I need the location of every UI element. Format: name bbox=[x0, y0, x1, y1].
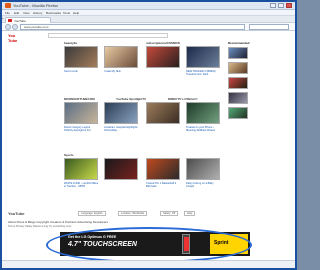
youtube-search-input[interactable] bbox=[48, 33, 168, 38]
video-thumbnail[interactable] bbox=[228, 92, 248, 104]
video-thumbnail[interactable] bbox=[186, 158, 220, 180]
status-bar bbox=[2, 260, 295, 268]
video-card[interactable] bbox=[104, 158, 138, 206]
video-thumbnail[interactable] bbox=[228, 47, 248, 59]
section-moonsoftube: MOONSOFTUBECOM YouTube SpotlightTV DIREC… bbox=[64, 97, 224, 153]
menu-history[interactable]: History bbox=[33, 11, 42, 15]
page-content: You Tube beauty4u subscriptions/COSMOS S… bbox=[2, 31, 295, 268]
sidebar-item[interactable] bbox=[228, 62, 290, 76]
video-card[interactable]: Doctor Gregory Legine Publicly Apologize… bbox=[64, 102, 98, 150]
video-card[interactable]: WHITE FUND - Lionfish Bites in Traction … bbox=[64, 158, 98, 206]
sidebar-title: Recommended bbox=[228, 41, 250, 45]
footer-links-secondary[interactable]: Terms Privacy Safety Report a bug Try so… bbox=[8, 225, 71, 228]
video-thumbnail[interactable] bbox=[186, 46, 220, 68]
menu-bookmarks[interactable]: Bookmarks bbox=[46, 11, 61, 15]
browser-window: YouTube - Mozilla Firefox File Edit View… bbox=[0, 0, 297, 270]
section-title-right[interactable]: subscriptions/COSMOS bbox=[146, 41, 180, 45]
video-thumbnail[interactable] bbox=[104, 102, 138, 124]
sidebar-item[interactable] bbox=[228, 92, 290, 106]
title-bar: YouTube - Mozilla Firefox bbox=[2, 2, 295, 10]
language-select[interactable]: Language: English bbox=[78, 211, 106, 216]
video-card[interactable] bbox=[146, 46, 180, 94]
video-title[interactable]: WHITE FUND - Lionfish Bites in Traction … bbox=[64, 182, 98, 188]
navigation-bar: www.youtube.com bbox=[2, 23, 295, 31]
section-beauty4u: beauty4u subscriptions/COSMOS Secret Loo… bbox=[64, 41, 224, 97]
video-card[interactable]: Treated on your Phone - Meaning Skillbes… bbox=[186, 102, 220, 150]
menu-file[interactable]: File bbox=[5, 11, 10, 15]
section-title-right[interactable]: DIRECTV's Official C bbox=[168, 97, 198, 101]
footer-logo[interactable]: YouTube bbox=[8, 211, 25, 216]
video-title[interactable]: Corked Pro 1 Basketball 3 Ball Gate bbox=[146, 182, 180, 188]
video-title[interactable]: Daily Cowing on a Baby Couple bbox=[186, 182, 220, 188]
menu-edit[interactable]: Edit bbox=[14, 11, 19, 15]
tab-bar: YouTube + bbox=[2, 16, 295, 23]
section-title-mid[interactable]: YouTube SpotlightTV bbox=[116, 97, 146, 101]
menu-help[interactable]: Help bbox=[73, 11, 79, 15]
footer-links[interactable]: About Press & Blogs Copyright Creators &… bbox=[8, 220, 108, 224]
video-feed: beauty4u subscriptions/COSMOS Secret Loo… bbox=[64, 41, 224, 209]
video-thumbnail[interactable] bbox=[228, 77, 248, 89]
video-card[interactable]: Secret Look bbox=[64, 46, 98, 94]
video-title[interactable]: I Hate My Skin bbox=[104, 70, 138, 73]
back-button[interactable] bbox=[5, 24, 11, 30]
sidebar-item[interactable] bbox=[228, 47, 290, 61]
recommended-sidebar: Recommended bbox=[228, 41, 290, 141]
video-title[interactable]: Treated on your Phone - Meaning Skillbes… bbox=[186, 126, 220, 132]
video-thumbnail[interactable] bbox=[186, 102, 220, 124]
sidebar-item[interactable] bbox=[228, 107, 290, 121]
section-sports: Sports WHITE FUND - Lionfish Bites in Tr… bbox=[64, 153, 224, 209]
forward-button[interactable] bbox=[12, 24, 18, 30]
video-card[interactable] bbox=[146, 102, 180, 150]
video-title[interactable]: Doctor Gregory Legine Publicly Apologize… bbox=[64, 126, 98, 132]
video-card[interactable]: Daily Cowing on a Baby Couple bbox=[186, 158, 220, 206]
highlight-oval bbox=[46, 227, 252, 263]
section-title[interactable]: MOONSOFTUBECOM bbox=[64, 97, 95, 101]
section-title[interactable]: Sports bbox=[64, 153, 74, 157]
video-thumbnail[interactable] bbox=[104, 46, 138, 68]
video-card[interactable]: Corked Pro 1 Basketball 3 Ball Gate bbox=[146, 158, 180, 206]
video-title[interactable]: NEW TRAILER 2 (BREN) Transformers: Dark bbox=[186, 70, 220, 76]
video-thumbnail[interactable] bbox=[64, 158, 98, 180]
menu-tools[interactable]: Tools bbox=[63, 11, 70, 15]
safety-select[interactable]: Safety: Off bbox=[160, 211, 179, 216]
close-button[interactable] bbox=[286, 3, 292, 8]
video-title[interactable]: Jonathan: Hospital Highlights Vid Holida… bbox=[104, 126, 138, 132]
video-thumbnail[interactable] bbox=[146, 46, 180, 68]
window-title: YouTube - Mozilla Firefox bbox=[13, 3, 59, 8]
video-thumbnail[interactable] bbox=[104, 158, 138, 180]
youtube-favicon-icon bbox=[8, 19, 12, 22]
maximize-button[interactable] bbox=[278, 3, 284, 8]
youtube-header: You Tube bbox=[8, 33, 288, 43]
video-card[interactable]: I Hate My Skin bbox=[104, 46, 138, 94]
video-thumbnail[interactable] bbox=[64, 102, 98, 124]
section-title[interactable]: beauty4u bbox=[64, 41, 77, 45]
video-card[interactable]: Jonathan: Hospital Highlights Vid Holida… bbox=[104, 102, 138, 150]
location-select[interactable]: Location: Worldwide bbox=[118, 211, 148, 216]
url-bar[interactable]: www.youtube.com bbox=[20, 24, 245, 30]
firefox-icon bbox=[5, 3, 11, 8]
video-title[interactable]: Secret Look bbox=[64, 70, 98, 73]
youtube-logo[interactable]: You Tube bbox=[8, 33, 22, 43]
minimize-button[interactable] bbox=[270, 3, 276, 8]
browser-search-box[interactable] bbox=[249, 24, 289, 30]
menu-view[interactable]: View bbox=[23, 11, 29, 15]
video-thumbnail[interactable] bbox=[146, 158, 180, 180]
sidebar-item[interactable] bbox=[228, 77, 290, 91]
help-button[interactable]: Help bbox=[184, 211, 196, 216]
video-card[interactable]: NEW TRAILER 2 (BREN) Transformers: Dark bbox=[186, 46, 220, 94]
video-thumbnail[interactable] bbox=[146, 102, 180, 124]
video-thumbnail[interactable] bbox=[228, 62, 248, 74]
video-thumbnail[interactable] bbox=[64, 46, 98, 68]
video-thumbnail[interactable] bbox=[228, 107, 248, 119]
